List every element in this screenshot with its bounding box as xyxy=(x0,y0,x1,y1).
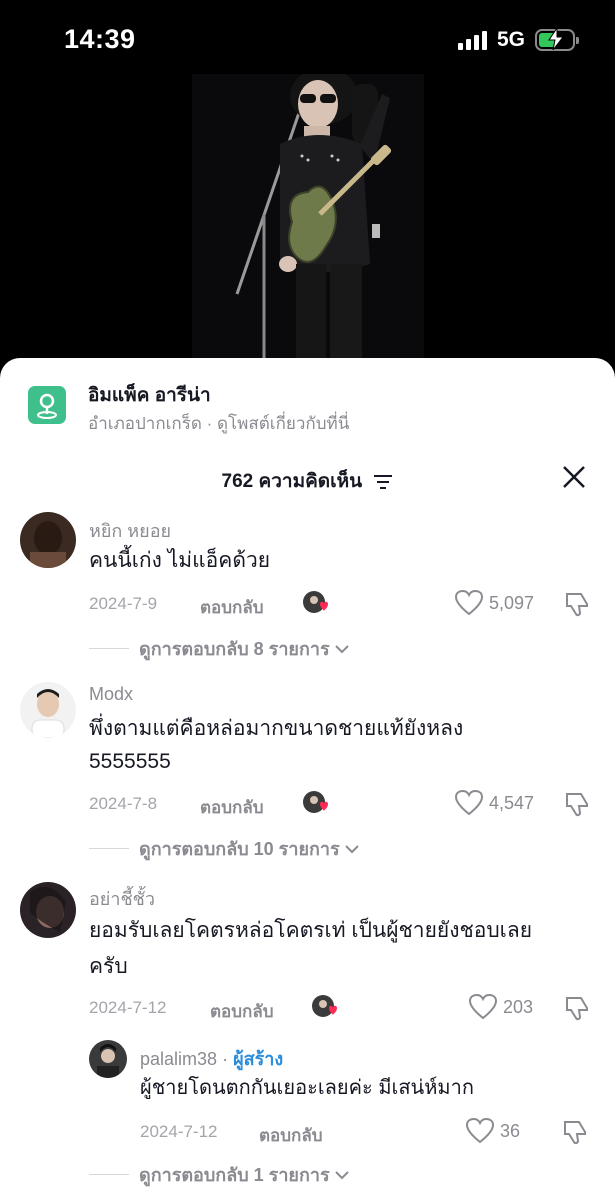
like-button[interactable]: 4,547 xyxy=(455,790,534,816)
close-icon[interactable] xyxy=(561,464,587,490)
comment-count: 762 ความคิดเห็น xyxy=(221,471,363,492)
view-replies-button[interactable]: ดูการตอบกลับ 1 รายการ xyxy=(89,1160,350,1189)
location-subtitle[interactable]: อำเภอปากเกร็ด · ดูโพสต์เกี่ยวกับที่นี่ xyxy=(88,410,349,437)
dislike-icon[interactable] xyxy=(563,994,591,1022)
like-count: 36 xyxy=(500,1120,521,1141)
view-replies-label: ดูการตอบกลับ 10 รายการ xyxy=(139,839,340,859)
creator-liked-icon xyxy=(302,590,330,616)
reply-button[interactable]: ตอบกลับ xyxy=(200,594,264,621)
comment-username[interactable]: Modx xyxy=(89,684,133,705)
creator-liked-icon xyxy=(302,790,330,816)
map-pin-icon xyxy=(28,386,66,424)
comments-header: 762 ความคิดเห็น xyxy=(0,466,615,496)
location-banner[interactable]: อิมแพ็ค อารีน่า อำเภอปากเกร็ด · ดูโพสต์เ… xyxy=(28,380,588,436)
comment-text: 5555555 xyxy=(89,750,171,773)
status-bar: 14:39 5G xyxy=(0,0,615,80)
view-replies-button[interactable]: ดูการตอบกลับ 10 รายการ xyxy=(89,834,360,863)
chevron-down-icon xyxy=(334,644,349,653)
status-indicators: 5G xyxy=(457,28,579,52)
avatar[interactable] xyxy=(20,882,76,938)
like-button[interactable]: 5,097 xyxy=(455,590,534,616)
comments-sheet: อิมแพ็ค อารีน่า อำเภอปากเกร็ด · ดูโพสต์เ… xyxy=(0,358,615,1200)
comment-item: หยิก หยอย คนนี้เก่ง ไม่แอ็คด้วย 2024-7-9… xyxy=(0,510,615,660)
comment-item: อย่าชี้ชั้ว ยอมรับเลยโคตรหล่อโคตรเท่ เป็… xyxy=(0,880,615,1200)
dislike-icon[interactable] xyxy=(563,790,591,818)
avatar[interactable] xyxy=(20,682,76,738)
like-count: 5,097 xyxy=(489,592,535,613)
like-button[interactable]: 36 xyxy=(466,1118,520,1144)
avatar[interactable] xyxy=(20,512,76,568)
heart-icon xyxy=(466,1118,494,1144)
dislike-icon[interactable] xyxy=(561,1118,589,1146)
chevron-down-icon xyxy=(334,1170,349,1179)
reply-button[interactable]: ตอบกลับ xyxy=(210,998,274,1025)
comment-text: คนนี้เก่ง ไม่แอ็คด้วย xyxy=(89,549,271,572)
status-time: 14:39 xyxy=(64,24,136,54)
reply-username[interactable]: palalim38 xyxy=(140,1049,217,1069)
comment-username[interactable]: หยิก หยอย xyxy=(89,516,171,545)
comment-username[interactable]: อย่าชี้ชั้ว xyxy=(89,884,155,913)
dislike-icon[interactable] xyxy=(563,590,591,618)
sort-icon[interactable] xyxy=(373,474,393,490)
reply-button[interactable]: ตอบกลับ xyxy=(259,1122,323,1149)
performer-image xyxy=(192,74,424,364)
creator-liked-icon xyxy=(311,994,339,1020)
reply-username-row: palalim38 · ผู้สร้าง xyxy=(140,1049,284,1069)
network-label: 5G xyxy=(496,28,525,51)
reply-button[interactable]: ตอบกลับ xyxy=(200,794,264,821)
like-count: 203 xyxy=(503,996,534,1017)
reply-avatar[interactable] xyxy=(89,1040,127,1078)
creator-badge: ผู้สร้าง xyxy=(233,1049,284,1069)
view-replies-label: ดูการตอบกลับ 1 รายการ xyxy=(139,1165,330,1185)
heart-icon xyxy=(455,790,483,816)
comment-text: พึ่งตามแต่คือหล่อมากขนาดชายแท้ยังหลง xyxy=(89,717,464,740)
comment-text: ครับ xyxy=(89,955,128,978)
chevron-down-icon xyxy=(344,844,359,853)
comment-item: Modx พึ่งตามแต่คือหล่อมากขนาดชายแท้ยังหล… xyxy=(0,680,615,860)
like-count: 4,547 xyxy=(489,792,535,813)
like-button[interactable]: 203 xyxy=(469,994,533,1020)
reply-date: 2024-7-12 xyxy=(140,1122,218,1141)
comment-date: 2024-7-8 xyxy=(89,794,158,813)
battery-icon xyxy=(535,28,579,51)
signal-icon xyxy=(457,30,487,50)
comment-date: 2024-7-12 xyxy=(89,998,167,1017)
comment-text: ยอมรับเลยโคตรหล่อโคตรเท่ เป็นผู้ชายยังชอ… xyxy=(89,919,533,942)
heart-icon xyxy=(455,590,483,616)
video-player[interactable] xyxy=(192,74,424,364)
heart-icon xyxy=(469,994,497,1020)
view-replies-label: ดูการตอบกลับ 8 รายการ xyxy=(139,639,330,659)
view-replies-button[interactable]: ดูการตอบกลับ 8 รายการ xyxy=(89,634,350,663)
reply-text: ผู้ชายโดนตกกันเยอะเลยค่ะ มีเสน่ห์มาก xyxy=(140,1077,474,1099)
comment-date: 2024-7-9 xyxy=(89,594,158,613)
location-title: อิมแพ็ค อารีน่า xyxy=(88,385,211,406)
